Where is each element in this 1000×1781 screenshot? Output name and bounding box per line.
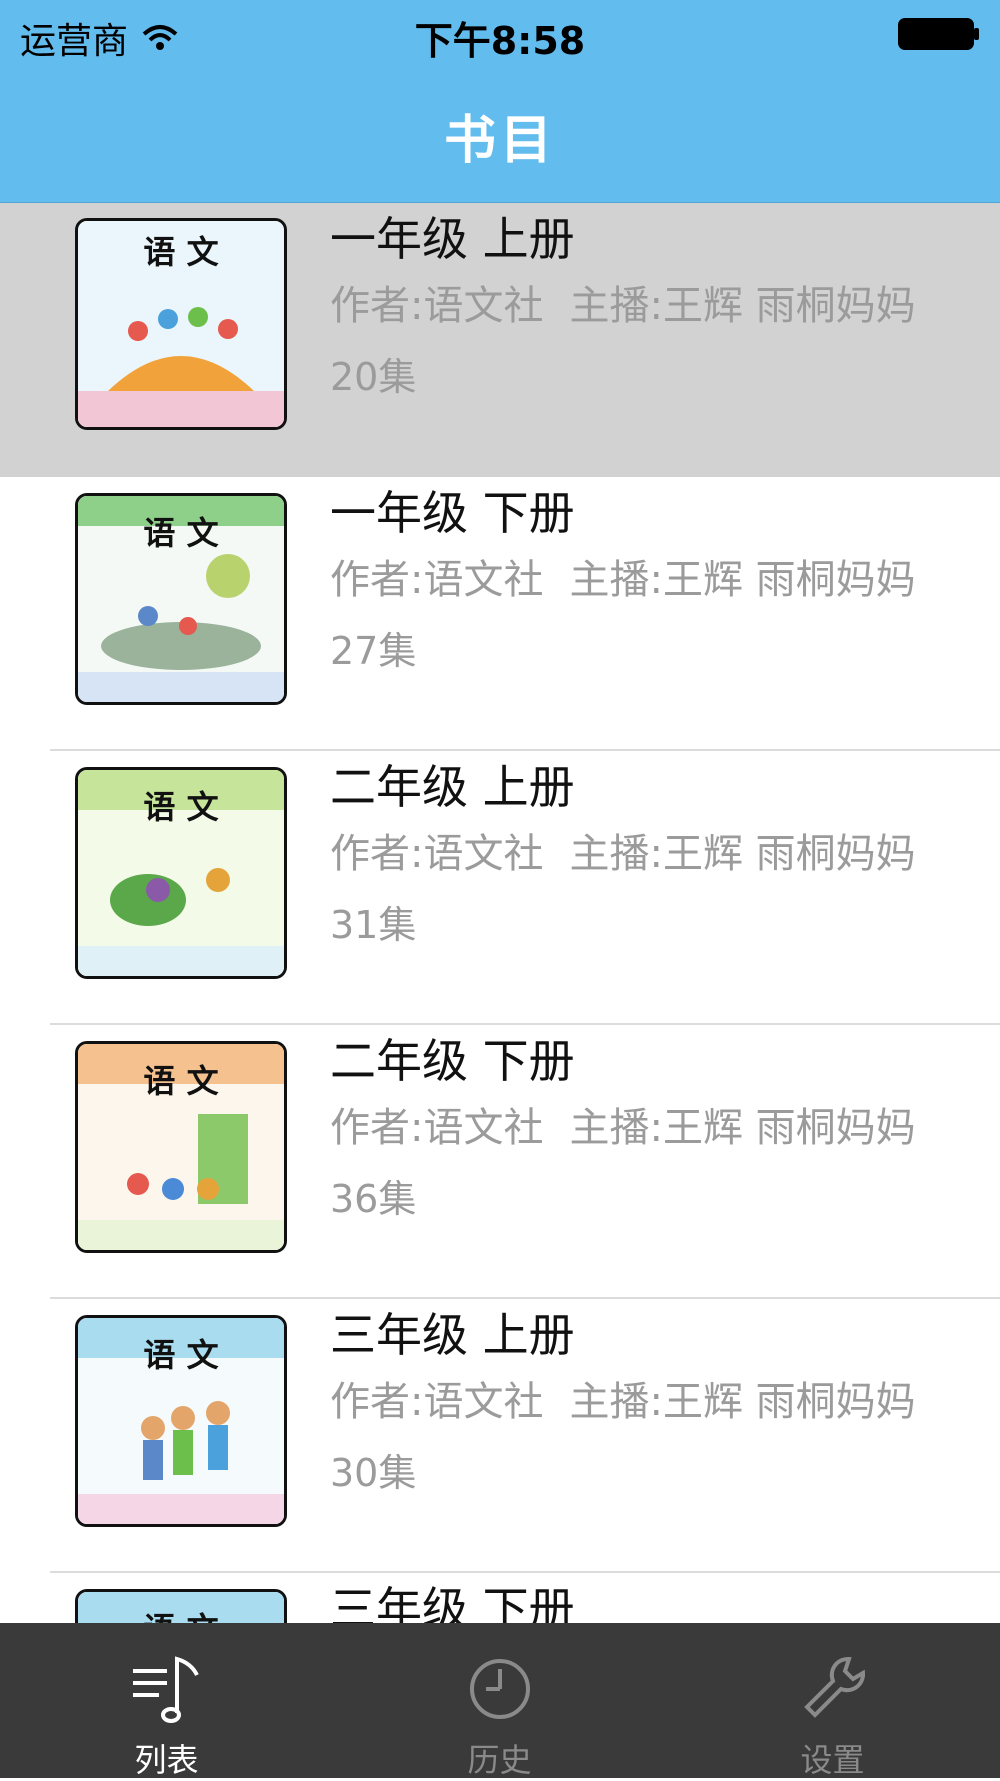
book-title: 一年级 下册 (330, 486, 575, 540)
episode-count: 30集 (330, 1451, 417, 1495)
cover-title: 语 文 (143, 1062, 218, 1100)
page-title: 书目 (443, 111, 556, 171)
book-cover: 语 文 (75, 218, 287, 430)
episode-count: 31集 (330, 903, 417, 947)
book-host: 主播:王辉 雨桐妈妈 (569, 283, 916, 329)
tab-label: 列表 (134, 1741, 199, 1779)
status-time: 下午8:58 (414, 19, 586, 63)
navigation-bar: 书目 (0, 68, 1000, 203)
book-title: 三年级 下册 (330, 1582, 575, 1623)
cover-art: 语 文 (78, 1044, 284, 1250)
status-bar: 运营商 下午8:58 (0, 0, 1000, 68)
book-row[interactable]: 语 文 三年级 上册 作者:语文社 主播:王辉 雨桐妈妈 30集 (0, 1299, 1000, 1573)
book-cover: 语 文 (75, 493, 287, 705)
book-cover: 语 文 (75, 1315, 287, 1527)
cover-title: 语 文 (143, 1336, 218, 1374)
cover-title: 语 文 (143, 788, 218, 826)
book-cover: 语 文 (75, 1589, 287, 1623)
tab-list[interactable]: 列表 (0, 1623, 333, 1779)
episode-count: 36集 (330, 1177, 417, 1221)
book-host: 主播:王辉 雨桐妈妈 (569, 1105, 916, 1151)
cover-title: 语 文 (143, 233, 218, 271)
tab-label: 历史 (467, 1741, 532, 1779)
book-author: 作者:语文社 (330, 831, 544, 877)
book-cover: 语 文 (75, 767, 287, 979)
book-host: 主播:王辉 雨桐妈妈 (569, 557, 916, 603)
book-host: 主播:王辉 雨桐妈妈 (569, 1379, 916, 1425)
book-title: 三年级 上册 (330, 1308, 575, 1362)
book-row[interactable]: 语 文 三年级 下册 (0, 1573, 1000, 1623)
cover-art: 语 文 (78, 221, 284, 427)
wrench-icon (803, 1656, 865, 1718)
tab-history[interactable]: 历史 (333, 1623, 666, 1779)
book-row[interactable]: 语 文 一年级 下册 作者:语文社 主播:王辉 雨桐妈妈 27集 (0, 477, 1000, 751)
cover-title: 语 文 (143, 514, 218, 552)
cover-art: 语 文 (78, 1592, 284, 1623)
book-title: 一年级 上册 (330, 212, 575, 266)
book-row[interactable]: 语 文 一年级 上册 作者:语文社 主播:王辉 雨桐妈妈 20集 (0, 203, 1000, 477)
book-list[interactable]: 语 文 一年级 上册 作者:语文社 主播:王辉 雨桐妈妈 20集 语 文 一年级 … (0, 203, 1000, 1623)
book-row[interactable]: 语 文 二年级 下册 作者:语文社 主播:王辉 雨桐妈妈 36集 (0, 1025, 1000, 1299)
book-author: 作者:语文社 (330, 1379, 544, 1425)
book-author: 作者:语文社 (330, 1105, 544, 1151)
episode-count: 20集 (330, 355, 417, 399)
cover-art: 语 文 (78, 1318, 284, 1524)
episode-count: 27集 (330, 629, 417, 673)
book-author: 作者:语文社 (330, 557, 544, 603)
cover-art: 语 文 (78, 496, 284, 702)
music-list-icon (132, 1656, 199, 1723)
book-title: 二年级 上册 (330, 760, 575, 814)
book-meta: 作者:语文社 主播:王辉 雨桐妈妈 (330, 547, 916, 605)
tab-settings[interactable]: 设置 (666, 1623, 999, 1779)
tab-label: 设置 (800, 1741, 865, 1779)
cover-art: 语 文 (78, 770, 284, 976)
book-author: 作者:语文社 (330, 283, 544, 329)
book-meta: 作者:语文社 主播:王辉 雨桐妈妈 (330, 821, 916, 879)
battery-icon (898, 18, 979, 50)
book-title: 二年级 下册 (330, 1034, 575, 1088)
book-meta: 作者:语文社 主播:王辉 雨桐妈妈 (330, 1369, 916, 1427)
clock-icon (469, 1659, 530, 1719)
cover-title: 语 文 (143, 1610, 218, 1623)
book-host: 主播:王辉 雨桐妈妈 (569, 831, 916, 877)
book-meta: 作者:语文社 主播:王辉 雨桐妈妈 (330, 273, 916, 331)
book-row[interactable]: 语 文 二年级 上册 作者:语文社 主播:王辉 雨桐妈妈 31集 (0, 751, 1000, 1025)
tab-bar: 列表 历史 设置 (0, 1623, 1000, 1779)
book-meta: 作者:语文社 主播:王辉 雨桐妈妈 (330, 1095, 916, 1153)
book-cover: 语 文 (75, 1041, 287, 1253)
